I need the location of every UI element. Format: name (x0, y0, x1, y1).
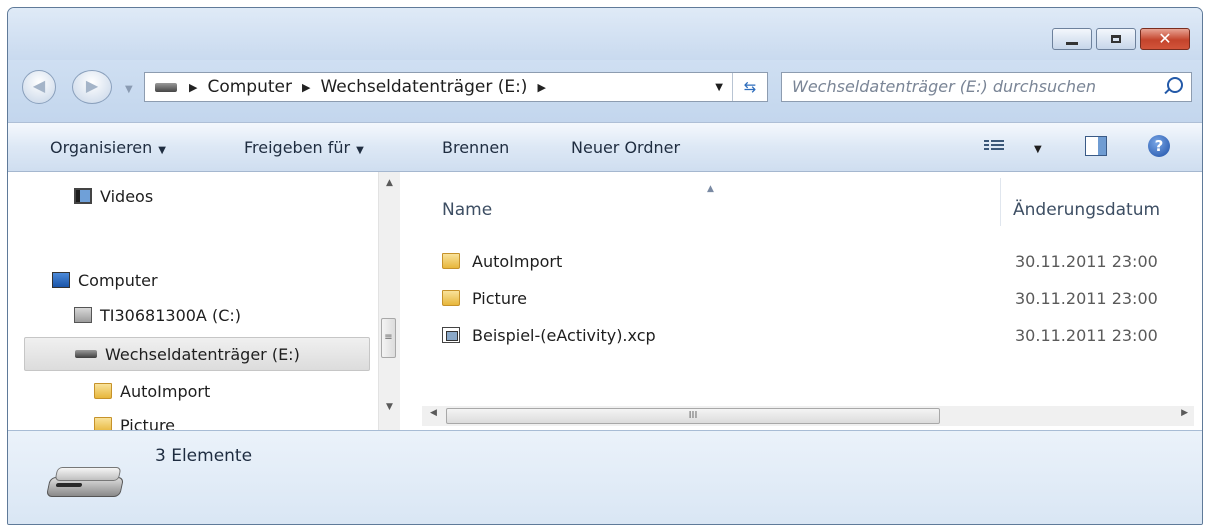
back-button[interactable]: ◀ (22, 70, 56, 104)
refresh-icon[interactable]: ⇆ (732, 73, 767, 101)
preview-pane-icon[interactable] (1085, 136, 1107, 156)
file-row[interactable]: Beispiel-(eActivity).xcp 30.11.2011 23:0… (442, 322, 1182, 352)
nav-item-autoimport[interactable]: AutoImport (94, 374, 210, 408)
address-bar[interactable]: ▶ Computer ▶ Wechseldatenträger (E:) ▶ ▼… (144, 72, 768, 102)
search-box[interactable]: Wechseldatenträger (E:) durchsuchen (781, 72, 1192, 102)
computer-icon (52, 272, 70, 288)
new-folder-button[interactable]: Neuer Ordner (571, 138, 680, 157)
file-row[interactable]: Picture 30.11.2011 23:00 (442, 285, 1182, 315)
breadcrumb-separator-icon[interactable]: ▶ (537, 81, 545, 94)
view-options-icon[interactable] (984, 138, 1008, 154)
organize-button[interactable]: Organisieren ▼ (50, 138, 166, 157)
nav-item-label: Picture (120, 415, 176, 431)
scroll-down-icon[interactable]: ▼ (379, 402, 400, 422)
organize-label: Organisieren (50, 138, 153, 157)
navigation-bar: ◀ ▶ ▼ ▶ Computer ▶ Wechseldatenträger (E… (8, 60, 1202, 122)
video-library-icon (74, 188, 92, 204)
search-placeholder: Wechseldatenträger (E:) durchsuchen (792, 77, 1097, 96)
explorer-window: ✕ ◀ ▶ ▼ ▶ Computer ▶ Wechseldatenträger … (7, 7, 1203, 525)
folder-icon (442, 253, 460, 269)
scroll-up-icon[interactable]: ▲ (379, 178, 400, 198)
forward-button[interactable]: ▶ (72, 70, 112, 104)
item-count: 3 Elemente (155, 446, 253, 466)
command-bar: Organisieren ▼ Freigeben für ▼ Brennen Neu… (8, 122, 1202, 172)
nav-item-label: Wechseldatenträger (E:) (105, 344, 300, 364)
scroll-left-icon[interactable]: ◀ (430, 408, 437, 418)
nav-vertical-scrollbar[interactable]: ▲ ≡ ▼ (378, 172, 400, 430)
nav-item-c-drive[interactable]: TI30681300A (C:) (74, 298, 241, 332)
recent-pages-dropdown[interactable]: ▼ (125, 84, 133, 95)
scroll-right-icon[interactable]: ▶ (1181, 408, 1188, 418)
file-row[interactable]: AutoImport 30.11.2011 23:00 (442, 248, 1182, 278)
file-name: Beispiel-(eActivity).xcp (472, 326, 656, 345)
file-date: 30.11.2011 23:00 (1015, 326, 1158, 345)
content-area: Videos Computer TI30681300A (C:) Wechsel… (8, 172, 1202, 430)
address-dropdown-icon[interactable]: ▼ (715, 82, 723, 93)
breadcrumb-drive[interactable]: Wechseldatenträger (E:) (320, 77, 527, 97)
chevron-down-icon: ▼ (356, 145, 364, 156)
breadcrumb-separator-icon[interactable]: ▶ (189, 81, 197, 94)
view-dropdown-icon[interactable]: ▼ (1034, 144, 1042, 155)
folder-icon (94, 417, 112, 430)
file-date: 30.11.2011 23:00 (1015, 289, 1158, 308)
nav-item-label: AutoImport (120, 381, 211, 401)
details-pane: 3 Elemente (8, 430, 1202, 524)
chevron-down-icon: ▼ (158, 145, 166, 156)
back-arrow-icon: ◀ (32, 76, 46, 95)
search-icon[interactable] (1167, 77, 1183, 93)
folder-icon (442, 290, 460, 306)
maximize-icon (1111, 35, 1121, 43)
removable-drive-icon (75, 350, 97, 358)
folder-icon (94, 383, 112, 399)
scrollbar-thumb[interactable]: ≡ (381, 318, 396, 358)
file-list: Name ▲ Änderungsdatum AutoImport 30.11.2… (402, 172, 1198, 430)
file-name: Picture (472, 289, 528, 308)
breadcrumb-computer[interactable]: Computer (207, 77, 292, 97)
nav-item-label: TI30681300A (C:) (100, 305, 242, 325)
file-icon (442, 327, 460, 343)
sort-ascending-icon: ▲ (707, 184, 714, 194)
minimize-button[interactable] (1052, 28, 1092, 50)
breadcrumb-separator-icon[interactable]: ▶ (302, 81, 310, 94)
navigation-pane: Videos Computer TI30681300A (C:) Wechsel… (8, 172, 402, 430)
maximize-button[interactable] (1096, 28, 1136, 50)
nav-item-label: Computer (78, 270, 158, 290)
nav-item-e-drive[interactable]: Wechseldatenträger (E:) (24, 337, 370, 371)
file-name: AutoImport (472, 252, 563, 271)
close-icon: ✕ (1158, 29, 1172, 48)
share-label: Freigeben für (244, 138, 351, 157)
burn-button[interactable]: Brennen (442, 138, 509, 157)
column-divider[interactable] (1000, 178, 1001, 226)
title-bar: ✕ (8, 8, 1202, 60)
minimize-icon (1066, 41, 1078, 45)
forward-arrow-icon: ▶ (85, 76, 99, 95)
scrollbar-thumb[interactable]: III (446, 408, 940, 424)
nav-item-label: Videos (100, 186, 154, 206)
horizontal-scrollbar[interactable]: ◀ III ▶ (422, 406, 1194, 426)
window-controls: ✕ (1048, 28, 1190, 52)
nav-item-picture[interactable]: Picture (94, 408, 175, 430)
removable-drive-large-icon (45, 461, 128, 501)
file-date: 30.11.2011 23:00 (1015, 252, 1158, 271)
help-icon[interactable]: ? (1148, 135, 1170, 157)
nav-item-videos[interactable]: Videos (74, 179, 153, 213)
nav-item-computer[interactable]: Computer (52, 263, 158, 297)
share-button[interactable]: Freigeben für ▼ (244, 138, 364, 157)
close-button[interactable]: ✕ (1140, 28, 1190, 50)
removable-drive-icon (155, 82, 177, 92)
hard-drive-icon (74, 307, 92, 323)
